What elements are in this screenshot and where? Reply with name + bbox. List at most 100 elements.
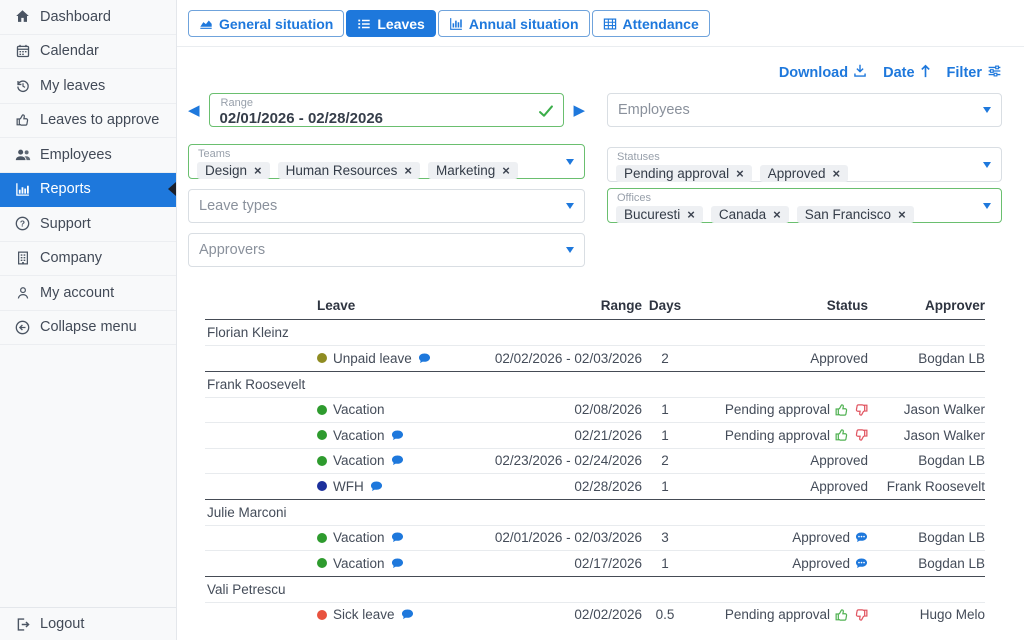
remove-chip-icon[interactable]: × <box>404 164 412 177</box>
sidebar-item-company[interactable]: Company <box>0 242 176 277</box>
next-range-icon[interactable]: ▶ <box>573 103 585 118</box>
remove-chip-icon[interactable]: × <box>832 167 840 180</box>
range-field[interactable]: Range 02/01/2026 - 02/28/2026 <box>209 93 565 127</box>
check-icon <box>538 103 554 124</box>
report-tabbar: General situationLeavesAnnual situation A… <box>177 0 1024 47</box>
filter-link[interactable]: Filter <box>947 64 1002 82</box>
chevron-down-icon[interactable] <box>983 203 991 209</box>
range-row: ◀ Range 02/01/2026 - 02/28/2026 ▶ <box>188 93 585 127</box>
approve-thumb-up-icon[interactable] <box>835 608 849 622</box>
approvers-placeholder: Approvers <box>189 234 584 258</box>
reject-thumb-down-icon[interactable] <box>854 608 868 622</box>
teams-filter[interactable]: Teams Design×Human Resources×Marketing× <box>188 144 585 179</box>
chip-label: Bucuresti <box>624 207 680 222</box>
leave-type-label: Vacation <box>333 556 385 571</box>
range-cell: 02/21/2026 <box>492 428 642 443</box>
tab-label: Attendance <box>623 16 699 32</box>
employee-name: Florian Kleinz <box>205 325 289 340</box>
leave-cell: Unpaid leave <box>317 351 492 366</box>
leave-row: Vacation02/17/20261ApprovedBogdan LB <box>205 550 985 576</box>
employee-name: Vali Petrescu <box>205 582 286 597</box>
chip-label: Design <box>205 163 247 178</box>
col-header-approver: Approver <box>868 298 985 313</box>
comment-icon[interactable] <box>391 454 404 467</box>
remove-chip-icon[interactable]: × <box>736 167 744 180</box>
leave-cell: WFH <box>317 479 492 494</box>
approve-thumb-up-icon[interactable] <box>835 403 849 417</box>
status-comment-icon[interactable] <box>855 557 868 570</box>
comment-icon[interactable] <box>391 429 404 442</box>
status-label: Approved <box>810 351 868 366</box>
table-body: Florian Kleinz Unpaid leave02/02/2026 - 0… <box>205 320 985 627</box>
approvers-filter[interactable]: Approvers <box>188 233 585 267</box>
sidebar-item-my-account[interactable]: My account <box>0 276 176 311</box>
tab-annual-situation[interactable]: Annual situation <box>438 10 590 37</box>
chevron-down-icon[interactable] <box>983 162 991 168</box>
leave-type-dot <box>317 430 327 440</box>
chevron-down-icon[interactable] <box>566 159 574 165</box>
sidebar-item-my-leaves[interactable]: My leaves <box>0 69 176 104</box>
remove-chip-icon[interactable]: × <box>773 208 781 221</box>
status-cell: Approved <box>688 453 868 468</box>
status-comment-icon[interactable] <box>855 531 868 544</box>
leave-type-label: Vacation <box>333 530 385 545</box>
chevron-down-icon[interactable] <box>566 203 574 209</box>
remove-chip-icon[interactable]: × <box>502 164 510 177</box>
sidebar-item-label: Collapse menu <box>40 319 137 335</box>
offices-filter[interactable]: Offices Bucuresti×Canada×San Francisco× <box>607 188 1002 223</box>
leave-type-label: Sick leave <box>333 607 395 622</box>
sidebar-item-employees[interactable]: Employees <box>0 138 176 173</box>
teams-chips: Design×Human Resources×Marketing× <box>197 162 558 179</box>
download-icon <box>853 64 867 82</box>
employee-name: Frank Roosevelt <box>205 377 305 392</box>
employees-filter[interactable]: Employees <box>607 93 1002 127</box>
filter-chip: Marketing× <box>428 162 518 179</box>
tab-general-situation[interactable]: General situation <box>188 10 344 37</box>
sidebar-item-support[interactable]: ?Support <box>0 207 176 242</box>
date-sort-link[interactable]: Date <box>883 64 930 82</box>
reject-thumb-down-icon[interactable] <box>854 403 868 417</box>
comment-icon[interactable] <box>401 608 414 621</box>
sidebar-item-calendar[interactable]: Calendar <box>0 35 176 70</box>
comment-icon[interactable] <box>391 531 404 544</box>
range-label: Range <box>220 97 534 110</box>
leave-type-label: Vacation <box>333 453 385 468</box>
sidebar-item-leaves-to-approve[interactable]: Leaves to approve <box>0 104 176 139</box>
comment-icon[interactable] <box>391 557 404 570</box>
download-link[interactable]: Download <box>779 64 867 82</box>
sliders-icon <box>987 64 1002 82</box>
sidebar-item-collapse-menu[interactable]: Collapse menu <box>0 311 176 346</box>
tab-leaves[interactable]: Leaves <box>346 10 435 37</box>
prev-range-icon[interactable]: ◀ <box>188 103 200 118</box>
leave-row: Vacation02/01/2026 - 02/03/20263Approved… <box>205 525 985 551</box>
sidebar-item-label: Leaves to approve <box>40 112 159 128</box>
sidebar-item-dashboard[interactable]: Dashboard <box>0 0 176 35</box>
remove-chip-icon[interactable]: × <box>254 164 262 177</box>
chip-label: San Francisco <box>805 207 891 222</box>
chevron-down-icon[interactable] <box>566 247 574 253</box>
approver-cell: Jason Walker <box>868 402 985 417</box>
tab-attendance[interactable]: Attendance <box>592 10 710 37</box>
remove-chip-icon[interactable]: × <box>687 208 695 221</box>
chip-label: Canada <box>719 207 766 222</box>
statuses-filter[interactable]: Statuses Pending approval×Approved× <box>607 147 1002 182</box>
col-header-status: Status <box>688 298 868 313</box>
sidebar-item-logout[interactable]: Logout <box>0 607 176 640</box>
range-cell: 02/02/2026 - 02/03/2026 <box>492 351 642 366</box>
sidebar-item-reports[interactable]: Reports <box>0 173 176 208</box>
range-cell: 02/08/2026 <box>492 402 642 417</box>
leave-type-label: Vacation <box>333 402 385 417</box>
comment-icon[interactable] <box>370 480 383 493</box>
home-icon <box>14 9 31 24</box>
chartarea-icon <box>199 17 213 31</box>
reject-thumb-down-icon[interactable] <box>854 428 868 442</box>
tablegrid-icon <box>603 17 617 31</box>
approve-thumb-up-icon[interactable] <box>835 428 849 442</box>
chevron-down-icon[interactable] <box>983 107 991 113</box>
leave-type-dot <box>317 533 327 543</box>
leave-types-filter[interactable]: Leave types <box>188 189 585 223</box>
leave-row: Sick leave02/02/20260.5Pending approvalH… <box>205 602 985 628</box>
leave-cell: Vacation <box>317 556 492 571</box>
remove-chip-icon[interactable]: × <box>898 208 906 221</box>
comment-icon[interactable] <box>418 352 431 365</box>
